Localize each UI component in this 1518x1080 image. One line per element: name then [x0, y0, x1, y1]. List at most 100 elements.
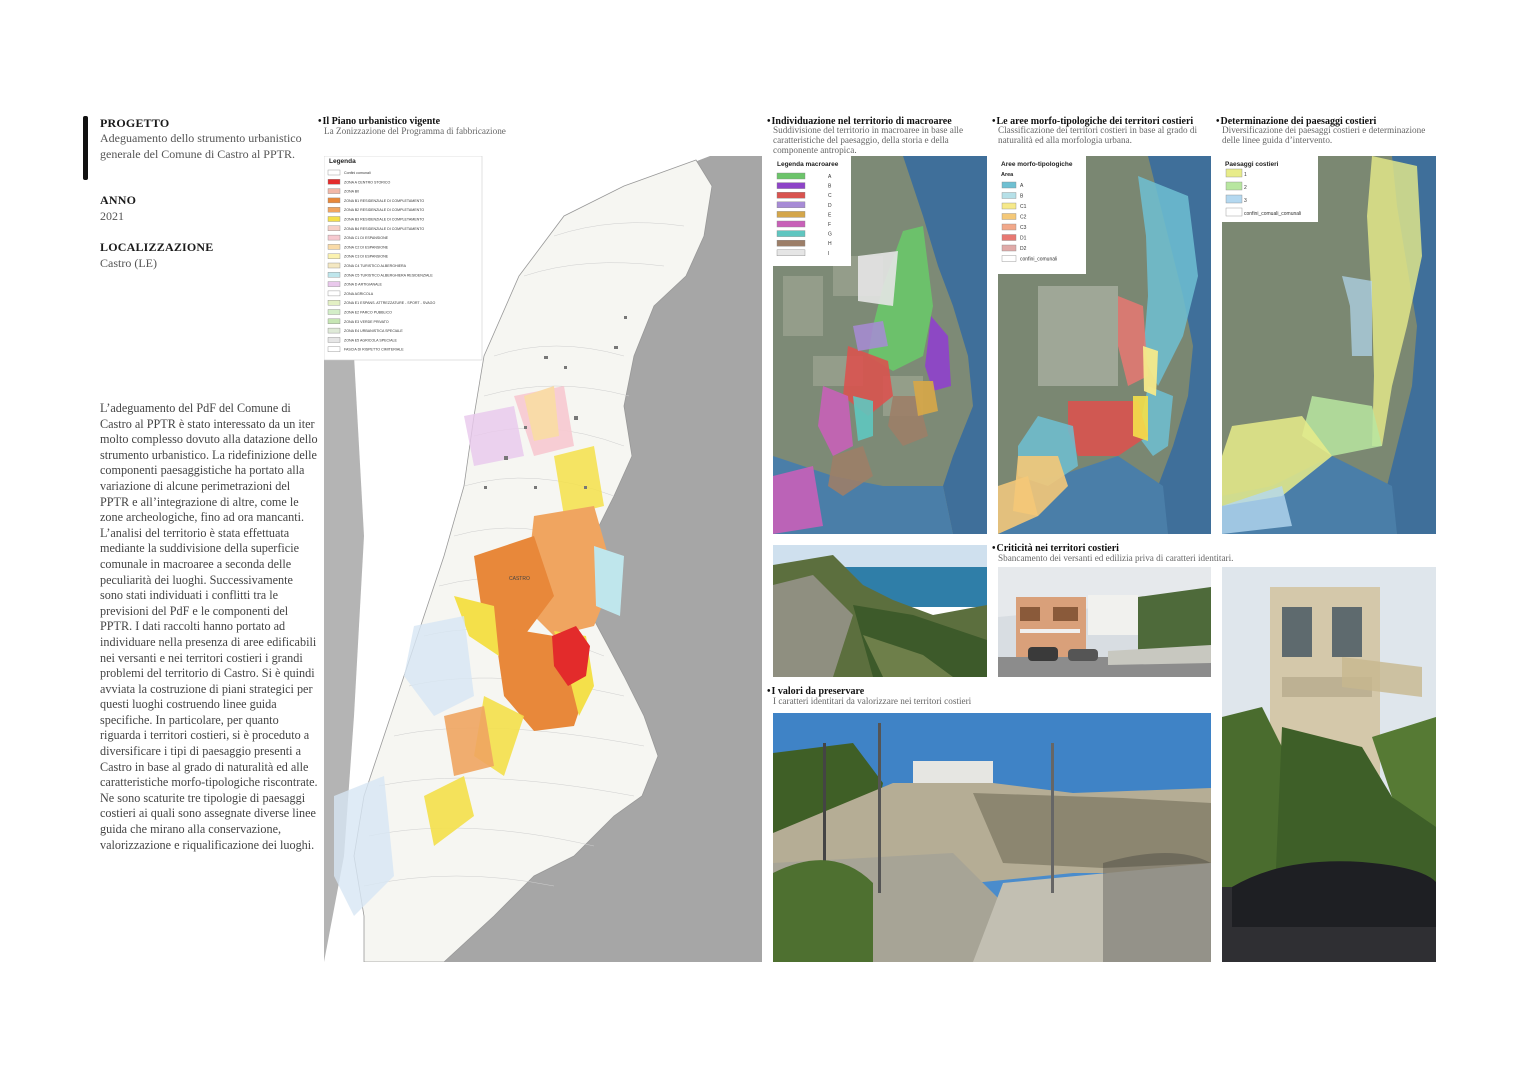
- piano-map: Legenda Confini comunali ZONA A CENTRO ST…: [324, 156, 762, 962]
- paesaggi-legend-label: confini_comuali_comunali: [1244, 211, 1301, 217]
- paesaggi-legend-title: Paesaggi costieri: [1225, 161, 1279, 168]
- piano-legend-swatch: [327, 188, 341, 194]
- piano-legend-label: ZONA E5 AGRICOLA SPECIALE: [344, 338, 398, 342]
- coast-photo: [773, 545, 987, 677]
- aree-legend-swatch: [1001, 223, 1017, 231]
- paesaggi-legend-swatch: [1225, 168, 1243, 178]
- piano-legend-swatch: [327, 244, 341, 250]
- aree-legend-label: C2: [1020, 215, 1027, 221]
- piano-legend-swatch: [327, 262, 341, 269]
- macroaree-legend-swatch: [776, 211, 806, 218]
- piano-legend-swatch: [327, 290, 341, 297]
- localizzazione-label: LOCALIZZAZIONE: [100, 240, 214, 254]
- paesaggi-legend-label: 2: [1244, 185, 1247, 191]
- macroaree-legend-title: Legenda macroaree: [777, 161, 839, 168]
- aree-legend-label: D2: [1020, 246, 1027, 252]
- macroaree-legend-label: F: [828, 222, 831, 228]
- aree-legend-swatch: [1001, 234, 1017, 241]
- macroaree-legend-swatch: [776, 230, 806, 237]
- piano-legend-label: ZONA AGRICOLA: [344, 292, 374, 296]
- piano-legend-label: ZONA C2 DI ESPANSIONE: [344, 245, 389, 249]
- aree-legend-swatch: [1001, 244, 1017, 252]
- piano-legend-label: FASCIA DI RISPETTO CIMITERIALE: [344, 348, 404, 352]
- piano-legend-swatch: [327, 197, 341, 204]
- aree-legend-swatch: [1001, 202, 1017, 210]
- piano-legend-swatch: [327, 318, 341, 325]
- piano-legend-title: Legenda: [329, 158, 356, 165]
- piano-map-drawing: Legenda Confini comunali ZONA A CENTRO ST…: [324, 156, 762, 962]
- piano-legend-label: ZONA B4 RESIDENZIALE DI COMPLETAMENTO: [344, 227, 424, 231]
- piano-legend-label: ZONA C3 DI ESPANSIONE: [344, 255, 389, 259]
- macroaree-legend-swatch: [776, 201, 806, 208]
- piano-legend-label: ZONA E1 ESPANS. ATTREZZATURE - SPORT - S…: [344, 301, 435, 305]
- accent-bar: [83, 116, 88, 180]
- piano-legend-label: ZONA E3 VERDE PRIVATO: [344, 320, 389, 324]
- aree-legend-title: Aree morfo-tipologiche: [1001, 161, 1073, 168]
- localizzazione-value: Castro (LE): [100, 256, 157, 270]
- paesaggi-legend-label: 3: [1244, 198, 1247, 204]
- paesaggi-legend-swatch: [1225, 207, 1243, 217]
- tower-photo: [1222, 567, 1436, 962]
- anno-label: ANNO: [100, 193, 137, 207]
- piano-map-label: CASTRO: [509, 576, 530, 582]
- piano-legend-swatch: [327, 272, 341, 278]
- paesaggi-legend-label: 1: [1244, 172, 1247, 178]
- aree-map: Aree morfo-tipologiche Area A B C1 C2 C3 D1 D2…: [998, 156, 1211, 534]
- piano-legend-swatch: [327, 216, 341, 222]
- macroaree-legend-label: I: [828, 251, 829, 257]
- macroaree-legend-label: C: [828, 193, 832, 199]
- anno-value: 2021: [100, 209, 124, 223]
- piano-legend-label: ZONA A CENTRO STORICO: [344, 180, 390, 184]
- aree-legend-subtitle: Area: [1001, 172, 1014, 178]
- paesaggi-legend-swatch: [1225, 181, 1243, 191]
- aree-legend-label: D1: [1020, 236, 1027, 242]
- aree-legend-swatch: [1001, 181, 1017, 189]
- piano-legend-label: ZONA E4 URBANISTICA SPECIALE: [344, 329, 403, 333]
- piano-legend-label: Confini comunali: [344, 171, 371, 175]
- aree-legend-label: confini_comunali: [1020, 257, 1057, 263]
- aree-legend-swatch: [1001, 192, 1017, 199]
- aree-legend-swatch: [1001, 255, 1017, 262]
- building-photo: [998, 567, 1211, 677]
- description-text: L’adeguamento del PdF del Comune di Cast…: [100, 401, 318, 852]
- piano-legend-swatch: [327, 179, 341, 185]
- piano-legend-swatch: [327, 225, 341, 232]
- piano-legend-swatch: [327, 309, 341, 315]
- piano-legend-swatch: [327, 253, 341, 259]
- piano-legend-swatch: [327, 281, 341, 287]
- piano-subtitle: La Zonizzazione del Programma di fabbric…: [324, 126, 506, 136]
- piano-legend-swatch: [327, 299, 341, 306]
- piano-legend-swatch: [327, 207, 341, 213]
- piano-legend-label: ZONA B1 RESIDENZIALE DI COMPLETAMENTO: [344, 199, 424, 203]
- piano-legend-label: ZONA E2 PARCO PUBBLICO: [344, 311, 392, 315]
- criticita-subtitle: Sbancamento dei versanti ed edilizia pri…: [998, 553, 1234, 563]
- macroaree-legend-swatch: [776, 172, 806, 180]
- piano-legend-label: ZONA B3 RESIDENZIALE DI COMPLETAMENTO: [344, 218, 424, 222]
- macroaree-map: Legenda macroaree ABCDEFGHI: [773, 156, 987, 534]
- aree-subtitle: Classificazione dei territori costieri i…: [998, 125, 1197, 145]
- piano-legend-swatch: [327, 346, 341, 352]
- piano-legend-swatch: [327, 337, 341, 343]
- macroaree-legend-swatch: [776, 239, 806, 247]
- macroaree-legend-label: G: [828, 232, 832, 238]
- piano-legend-swatch: [327, 234, 341, 241]
- valori-subtitle: I caratteri identitari da valorizzare ne…: [773, 696, 972, 706]
- piano-legend-swatch: [327, 327, 341, 334]
- macroaree-legend-swatch: [776, 220, 806, 228]
- piano-legend-label: ZONA B2 RESIDENZIALE DI COMPLETAMENTO: [344, 208, 424, 212]
- paesaggi-map: Paesaggi costieri 1 2 3 confini_comuali_com…: [1222, 156, 1436, 534]
- macroaree-subtitle: Suddivisione del territorio in macroaree…: [773, 125, 964, 155]
- paesaggi-legend-swatch: [1225, 194, 1243, 204]
- street-photo: [773, 713, 1211, 962]
- piano-legend-label: ZONA D ARTIGIANALE: [344, 283, 382, 287]
- piano-legend-label: ZONA C1 DI ESPANSIONE: [344, 236, 389, 240]
- macroaree-legend-label: H: [828, 241, 832, 247]
- piano-legend-swatch: [327, 169, 341, 176]
- macroaree-legend-swatch: [776, 192, 806, 199]
- macroaree-legend-swatch: [776, 249, 806, 257]
- macroaree-legend-swatch: [776, 182, 806, 189]
- piano-legend-label: ZONA C5 TURISTICO ALBERGHIERA RESIDENZIA…: [344, 273, 433, 277]
- aree-legend-label: C3: [1020, 225, 1027, 231]
- paesaggi-subtitle: Diversificazione dei paesaggi costieri e…: [1222, 125, 1426, 145]
- progetto-value: Adeguamento dello strumento urbanistico …: [100, 131, 302, 161]
